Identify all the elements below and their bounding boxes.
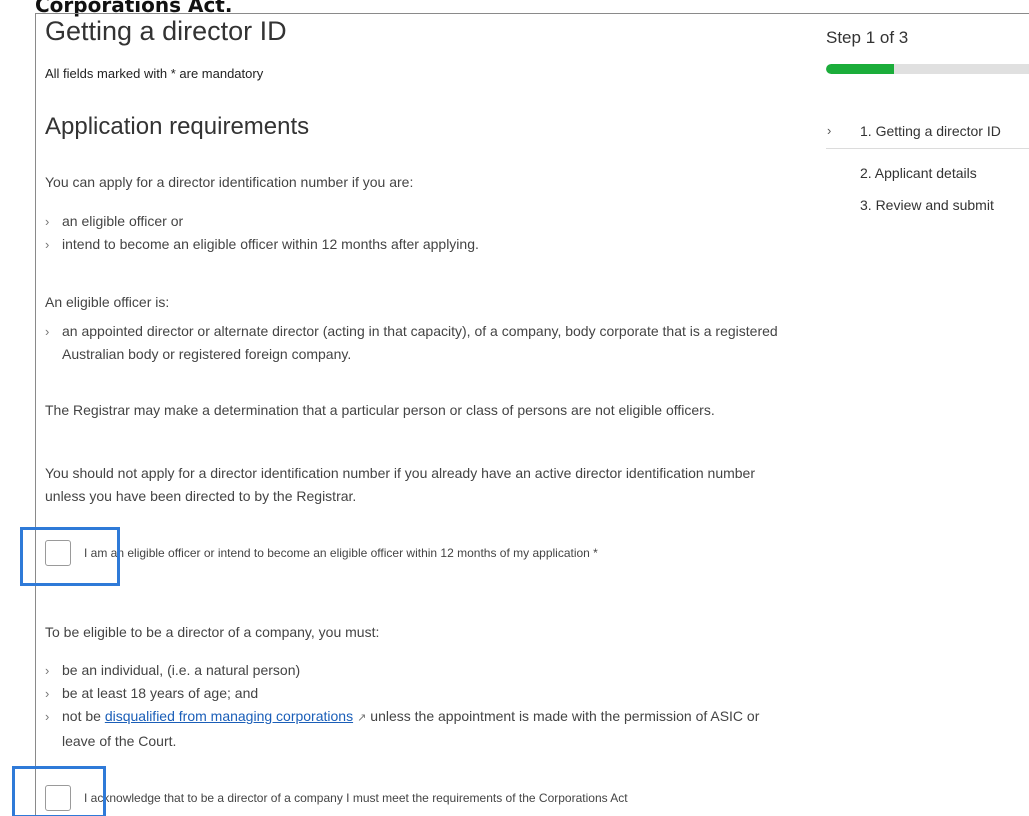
disqualified-link[interactable]: disqualified from managing corporations	[105, 708, 353, 724]
active-id-note: You should not apply for a director iden…	[45, 465, 756, 504]
list-item: › an appointed director or alternate dire…	[45, 320, 795, 366]
step-list: › 1. Getting a director ID 2. Applicant d…	[826, 118, 1029, 224]
chevron-right-icon: ›	[45, 709, 50, 724]
list-item: › intend to become an eligible officer wi…	[45, 233, 805, 256]
section-title: Application requirements	[45, 113, 310, 140]
mandatory-note: All fields marked with * are mandatory	[45, 66, 264, 81]
step-item-review-submit[interactable]: 3. Review and submit	[826, 192, 1029, 224]
eligibility-list: › an eligible officer or › intend to becom…	[45, 210, 805, 256]
chevron-right-icon: ›	[45, 686, 50, 701]
external-link-icon: ↗	[357, 712, 367, 724]
highlight-box	[20, 527, 120, 586]
chevron-right-icon: ›	[45, 214, 50, 229]
list-item: › not be disqualified from managing corpo…	[45, 705, 765, 753]
acknowledge-label: I acknowledge that to be a director of a…	[84, 791, 628, 805]
chevron-right-icon: ›	[45, 324, 50, 339]
step-indicator: Step 1 of 3	[826, 28, 909, 47]
officer-intro: An eligible officer is:	[45, 294, 170, 310]
chevron-right-icon: ›	[45, 237, 50, 252]
progress-bar	[826, 64, 1029, 74]
intro-text: You can apply for a director identificat…	[45, 174, 414, 190]
progress-fill	[826, 64, 894, 74]
highlight-box	[12, 766, 106, 816]
director-list: › be an individual, (i.e. a natural perso…	[45, 659, 765, 753]
step-item-getting-director-id[interactable]: › 1. Getting a director ID	[826, 118, 1029, 149]
page: Corporations Act. Getting a director ID …	[0, 0, 1029, 816]
eligible-officer-row: I am an eligible officer or intend to be…	[45, 539, 598, 567]
list-item: › an eligible officer or	[45, 210, 805, 233]
eligible-officer-label: I am an eligible officer or intend to be…	[84, 546, 598, 560]
officer-list: › an appointed director or alternate dire…	[45, 320, 795, 366]
director-intro: To be eligible to be a director of a com…	[45, 624, 380, 640]
registrar-note: The Registrar may make a determination t…	[45, 402, 715, 418]
acknowledge-row: I acknowledge that to be a director of a…	[45, 784, 628, 812]
page-title: Getting a director ID	[45, 16, 287, 46]
step-item-applicant-details[interactable]: 2. Applicant details	[826, 160, 1029, 192]
chevron-right-icon: ›	[827, 123, 832, 138]
list-item: › be at least 18 years of age; and	[45, 682, 765, 705]
list-item: › be an individual, (i.e. a natural perso…	[45, 659, 765, 682]
chevron-right-icon: ›	[45, 663, 50, 678]
